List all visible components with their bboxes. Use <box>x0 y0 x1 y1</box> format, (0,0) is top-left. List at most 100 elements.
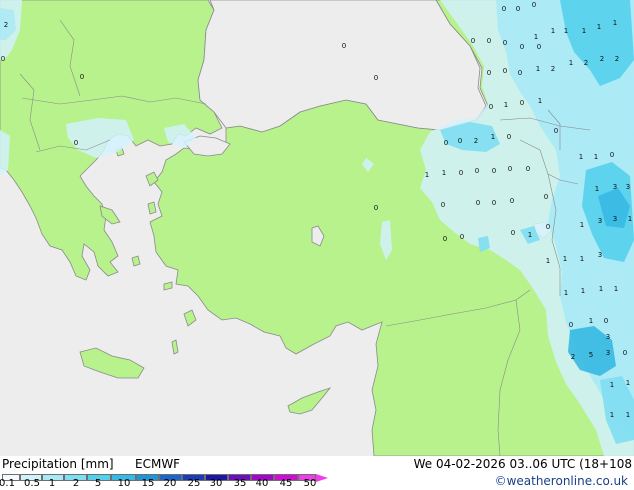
precip-value-label: 1 <box>563 255 567 263</box>
precip-value-label: 0 <box>544 193 548 201</box>
precip-value-label: 0 <box>554 127 558 135</box>
precip-value-label: 0 <box>444 139 448 147</box>
precip-value-label: 0 <box>458 137 462 145</box>
precip-value-label: 2 <box>584 59 588 67</box>
precip-value-label: 0 <box>342 42 346 50</box>
precipitation-map: 2 0 0 0 0 0 0 0 0 0 1 1 1 1 1 1 0 0 0 0 0 0 0 0 1 2 1 2 2 2 0 1 0 1 0 2 1 0 0 0… <box>0 0 634 456</box>
precip-value-label: 0 <box>441 201 445 209</box>
precip-value-label: 1 <box>442 169 446 177</box>
precip-value-label: 0 <box>492 199 496 207</box>
precip-value-label: 1 <box>580 255 584 263</box>
precip-value-label: 1 <box>628 215 632 223</box>
precip-value-label: 0 <box>80 73 84 81</box>
precip-value-label: 0 <box>471 37 475 45</box>
precip-value-label: 0 <box>510 197 514 205</box>
precip-value-label: 1 <box>599 285 603 293</box>
precip-value-label: 0 <box>443 235 447 243</box>
precip-value-label: 0 <box>511 229 515 237</box>
color-scale-tick: 45 <box>279 478 293 489</box>
precip-value-label: 0 <box>520 43 524 51</box>
color-scale-tick: 20 <box>163 478 177 489</box>
precip-value-label: 2 <box>600 55 604 63</box>
color-scale-arrow <box>316 474 328 482</box>
precip-value-label: 0 <box>460 233 464 241</box>
precip-value-label: 0 <box>532 1 536 9</box>
precip-value-label: 1 <box>610 381 614 389</box>
precip-value-label: 1 <box>491 133 495 141</box>
color-scale-tick: 40 <box>255 478 269 489</box>
precip-value-label: 1 <box>613 19 617 27</box>
precip-value-label: 0 <box>546 223 550 231</box>
precip-value-label: 0 <box>508 165 512 173</box>
precip-value-label: 3 <box>626 183 630 191</box>
precip-value-label: 0 <box>503 39 507 47</box>
precip-value-label: 0 <box>518 69 522 77</box>
precip-value-label: 0 <box>516 5 520 13</box>
precip-value-label: 1 <box>564 27 568 35</box>
precip-value-label: 1 <box>504 101 508 109</box>
precip-value-label: 2 <box>4 21 8 29</box>
precip-value-label: 1 <box>569 59 573 67</box>
precip-value-label: 1 <box>594 153 598 161</box>
precip-value-label: 3 <box>598 251 602 259</box>
precip-value-label: 0 <box>487 37 491 45</box>
precip-value-label: 3 <box>606 333 610 341</box>
color-scale-tick: 10 <box>117 478 131 489</box>
precip-value-label: 1 <box>536 65 540 73</box>
precip-value-label: 0 <box>374 74 378 82</box>
precip-value-label: 2 <box>551 65 555 73</box>
precip-value-label: 2 <box>571 353 575 361</box>
color-scale-tick: 35 <box>233 478 247 489</box>
precip-value-label: 1 <box>551 27 555 35</box>
precip-value-label: 1 <box>580 221 584 229</box>
legend-bar: Precipitation [mm] ECMWF We 04-02-2026 0… <box>0 456 634 490</box>
precip-value-label: 1 <box>626 411 630 419</box>
precip-value-label: 0 <box>610 151 614 159</box>
color-scale-tick: 5 <box>94 478 102 489</box>
precip-value-label: 1 <box>534 33 538 41</box>
precip-value-label: 1 <box>614 285 618 293</box>
legend-model: ECMWF <box>135 457 181 471</box>
precip-value-label: 1 <box>546 257 550 265</box>
precip-value-label: 0 <box>475 167 479 175</box>
legend-datetime: We 04-02-2026 03..06 UTC (18+108 <box>413 457 632 471</box>
color-scale-tick: 2 <box>72 478 80 489</box>
precip-value-label: 1 <box>564 289 568 297</box>
color-scale-tick: 30 <box>209 478 223 489</box>
precip-value-label: 3 <box>598 217 602 225</box>
precip-value-label: 0 <box>487 69 491 77</box>
precip-value-label: 2 <box>474 137 478 145</box>
precip-value-label: 3 <box>613 183 617 191</box>
precip-value-label: 0 <box>604 317 608 325</box>
precip-value-label: 0 <box>1 55 5 63</box>
legend-credit: ©weatheronline.co.uk <box>494 474 628 488</box>
precip-value-label: 0 <box>459 169 463 177</box>
precip-value-label: 0 <box>74 139 78 147</box>
precip-value-label: 1 <box>626 379 630 387</box>
precip-value-label: 0 <box>569 321 573 329</box>
precip-value-label: 0 <box>623 349 627 357</box>
precip-value-label: 0 <box>520 99 524 107</box>
precip-value-label: 0 <box>507 133 511 141</box>
precip-value-label: 3 <box>606 349 610 357</box>
precip-value-label: 0 <box>502 5 506 13</box>
precip-value-label: 2 <box>615 55 619 63</box>
precip-value-label: 1 <box>582 27 586 35</box>
precip-value-label: 3 <box>613 215 617 223</box>
color-scale-tick: 1 <box>48 478 56 489</box>
precip-value-label: 0 <box>374 204 378 212</box>
precip-value-label: 5 <box>589 351 593 359</box>
color-scale-tick: 0.1 <box>0 478 15 489</box>
precip-value-label: 1 <box>610 411 614 419</box>
precip-value-label: 0 <box>503 67 507 75</box>
precip-value-label: 0 <box>526 165 530 173</box>
precip-value-label: 0 <box>489 103 493 111</box>
color-scale-tick: 25 <box>187 478 201 489</box>
precip-value-label: 1 <box>425 171 429 179</box>
color-scale-tick: 50 <box>303 478 317 489</box>
precip-value-label: 1 <box>595 185 599 193</box>
precip-value-label: 1 <box>597 23 601 31</box>
precip-value-label: 1 <box>589 317 593 325</box>
color-scale-tick: 15 <box>141 478 155 489</box>
precip-value-label: 1 <box>581 287 585 295</box>
